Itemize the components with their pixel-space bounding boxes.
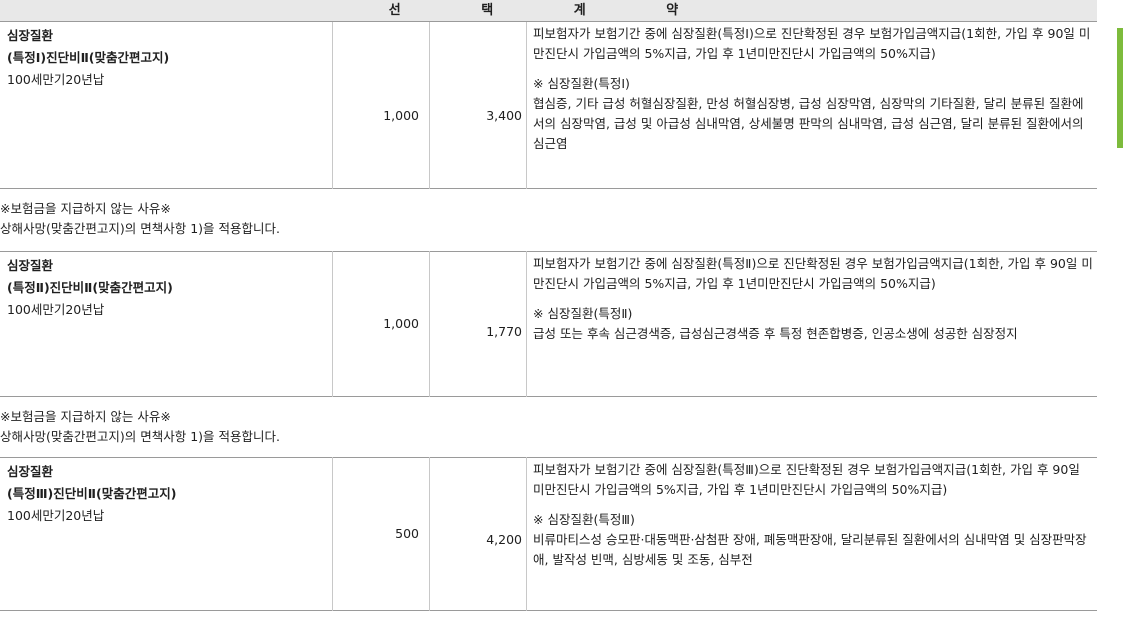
amount-cell: 500 bbox=[332, 457, 430, 611]
exclusion-note: ※보험금을 지급하지 않는 사유※ 상해사망(맞춤간편고지)의 면책사항 1)을… bbox=[0, 189, 1097, 251]
description-detail: 협심증, 기타 급성 허혈심장질환, 만성 허혈심장병, 급성 심장막염, 심장… bbox=[533, 96, 1084, 151]
note-body: 상해사망(맞춤간편고지)의 면책사항 1)을 적용합니다. bbox=[0, 429, 280, 444]
amount-cell: 1,000 bbox=[332, 22, 430, 189]
premium-value: 3,400 bbox=[486, 108, 522, 123]
coverage-name: 심장질환 bbox=[7, 28, 54, 43]
amount-value: 500 bbox=[395, 526, 419, 541]
side-tab-marker bbox=[1117, 28, 1123, 148]
coverage-row: 심장질환 (특정Ⅰ)진단비Ⅱ(맞춤간편고지) 100세만기20년납 1,000 … bbox=[0, 22, 1097, 189]
section-title: 선 택 계 약 bbox=[388, 3, 717, 18]
coverage-name-cell: 심장질환 (특정Ⅰ)진단비Ⅱ(맞춤간편고지) 100세만기20년납 bbox=[0, 22, 333, 189]
coverage-subname: (특정Ⅰ)진단비Ⅱ(맞춤간편고지) bbox=[7, 50, 170, 65]
premium-cell: 4,200 bbox=[429, 457, 527, 611]
description-main: 피보험자가 보험기간 중에 심장질환(특정Ⅱ)으로 진단확정된 경우 보험가입금… bbox=[533, 256, 1093, 291]
coverage-name-cell: 심장질환 (특정Ⅲ)진단비Ⅱ(맞춤간편고지) 100세만기20년납 bbox=[0, 457, 333, 611]
description-detail: 비류마티스성 승모판·대동맥판·삼첨판 장애, 폐동맥판장애, 달리분류된 질환… bbox=[533, 532, 1087, 567]
note-body: 상해사망(맞춤간편고지)의 면책사항 1)을 적용합니다. bbox=[0, 221, 280, 236]
description-title: ※ 심장질환(특정Ⅱ) bbox=[533, 306, 633, 321]
section-header: 선 택 계 약 bbox=[0, 0, 1097, 22]
premium-cell: 3,400 bbox=[429, 22, 527, 189]
description-main: 피보험자가 보험기간 중에 심장질환(특정Ⅰ)으로 진단확정된 경우 보험가입금… bbox=[533, 26, 1091, 61]
amount-value: 1,000 bbox=[383, 316, 419, 331]
exclusion-note: ※보험금을 지급하지 않는 사유※ 상해사망(맞춤간편고지)의 면책사항 1)을… bbox=[0, 397, 1097, 457]
description-detail: 급성 또는 후속 심근경색증, 급성심근경색증 후 특정 현존합병증, 인공소생… bbox=[533, 326, 1018, 341]
note-title: ※보험금을 지급하지 않는 사유※ bbox=[0, 409, 171, 424]
coverage-subname: (특정Ⅲ)진단비Ⅱ(맞춤간편고지) bbox=[7, 486, 177, 501]
coverage-term: 100세만기20년납 bbox=[7, 72, 105, 87]
coverage-name-cell: 심장질환 (특정Ⅱ)진단비Ⅱ(맞춤간편고지) 100세만기20년납 bbox=[0, 251, 333, 397]
amount-value: 1,000 bbox=[383, 108, 419, 123]
amount-cell: 1,000 bbox=[332, 251, 430, 397]
premium-value: 4,200 bbox=[486, 532, 522, 547]
coverage-row: 심장질환 (특정Ⅲ)진단비Ⅱ(맞춤간편고지) 100세만기20년납 500 4,… bbox=[0, 457, 1097, 611]
premium-value: 1,770 bbox=[486, 324, 522, 339]
description-main: 피보험자가 보험기간 중에 심장질환(특정Ⅲ)으로 진단확정된 경우 보험가입금… bbox=[533, 462, 1080, 497]
coverage-name: 심장질환 bbox=[7, 258, 54, 273]
coverage-row: 심장질환 (특정Ⅱ)진단비Ⅱ(맞춤간편고지) 100세만기20년납 1,000 … bbox=[0, 251, 1097, 397]
description-cell: 피보험자가 보험기간 중에 심장질환(특정Ⅲ)으로 진단확정된 경우 보험가입금… bbox=[527, 458, 1098, 611]
description-cell: 피보험자가 보험기간 중에 심장질환(특정Ⅱ)으로 진단확정된 경우 보험가입금… bbox=[527, 252, 1098, 397]
coverage-name: 심장질환 bbox=[7, 464, 54, 479]
coverage-subname: (특정Ⅱ)진단비Ⅱ(맞춤간편고지) bbox=[7, 280, 173, 295]
coverage-term: 100세만기20년납 bbox=[7, 302, 105, 317]
description-title: ※ 심장질환(특정Ⅲ) bbox=[533, 512, 635, 527]
description-title: ※ 심장질환(특정Ⅰ) bbox=[533, 76, 630, 91]
contract-document: 선 택 계 약 심장질환 (특정Ⅰ)진단비Ⅱ(맞춤간편고지) 100세만기20년… bbox=[0, 0, 1097, 611]
description-cell: 피보험자가 보험기간 중에 심장질환(특정Ⅰ)으로 진단확정된 경우 보험가입금… bbox=[527, 22, 1098, 189]
premium-cell: 1,770 bbox=[429, 251, 527, 397]
coverage-term: 100세만기20년납 bbox=[7, 508, 105, 523]
note-title: ※보험금을 지급하지 않는 사유※ bbox=[0, 201, 171, 216]
